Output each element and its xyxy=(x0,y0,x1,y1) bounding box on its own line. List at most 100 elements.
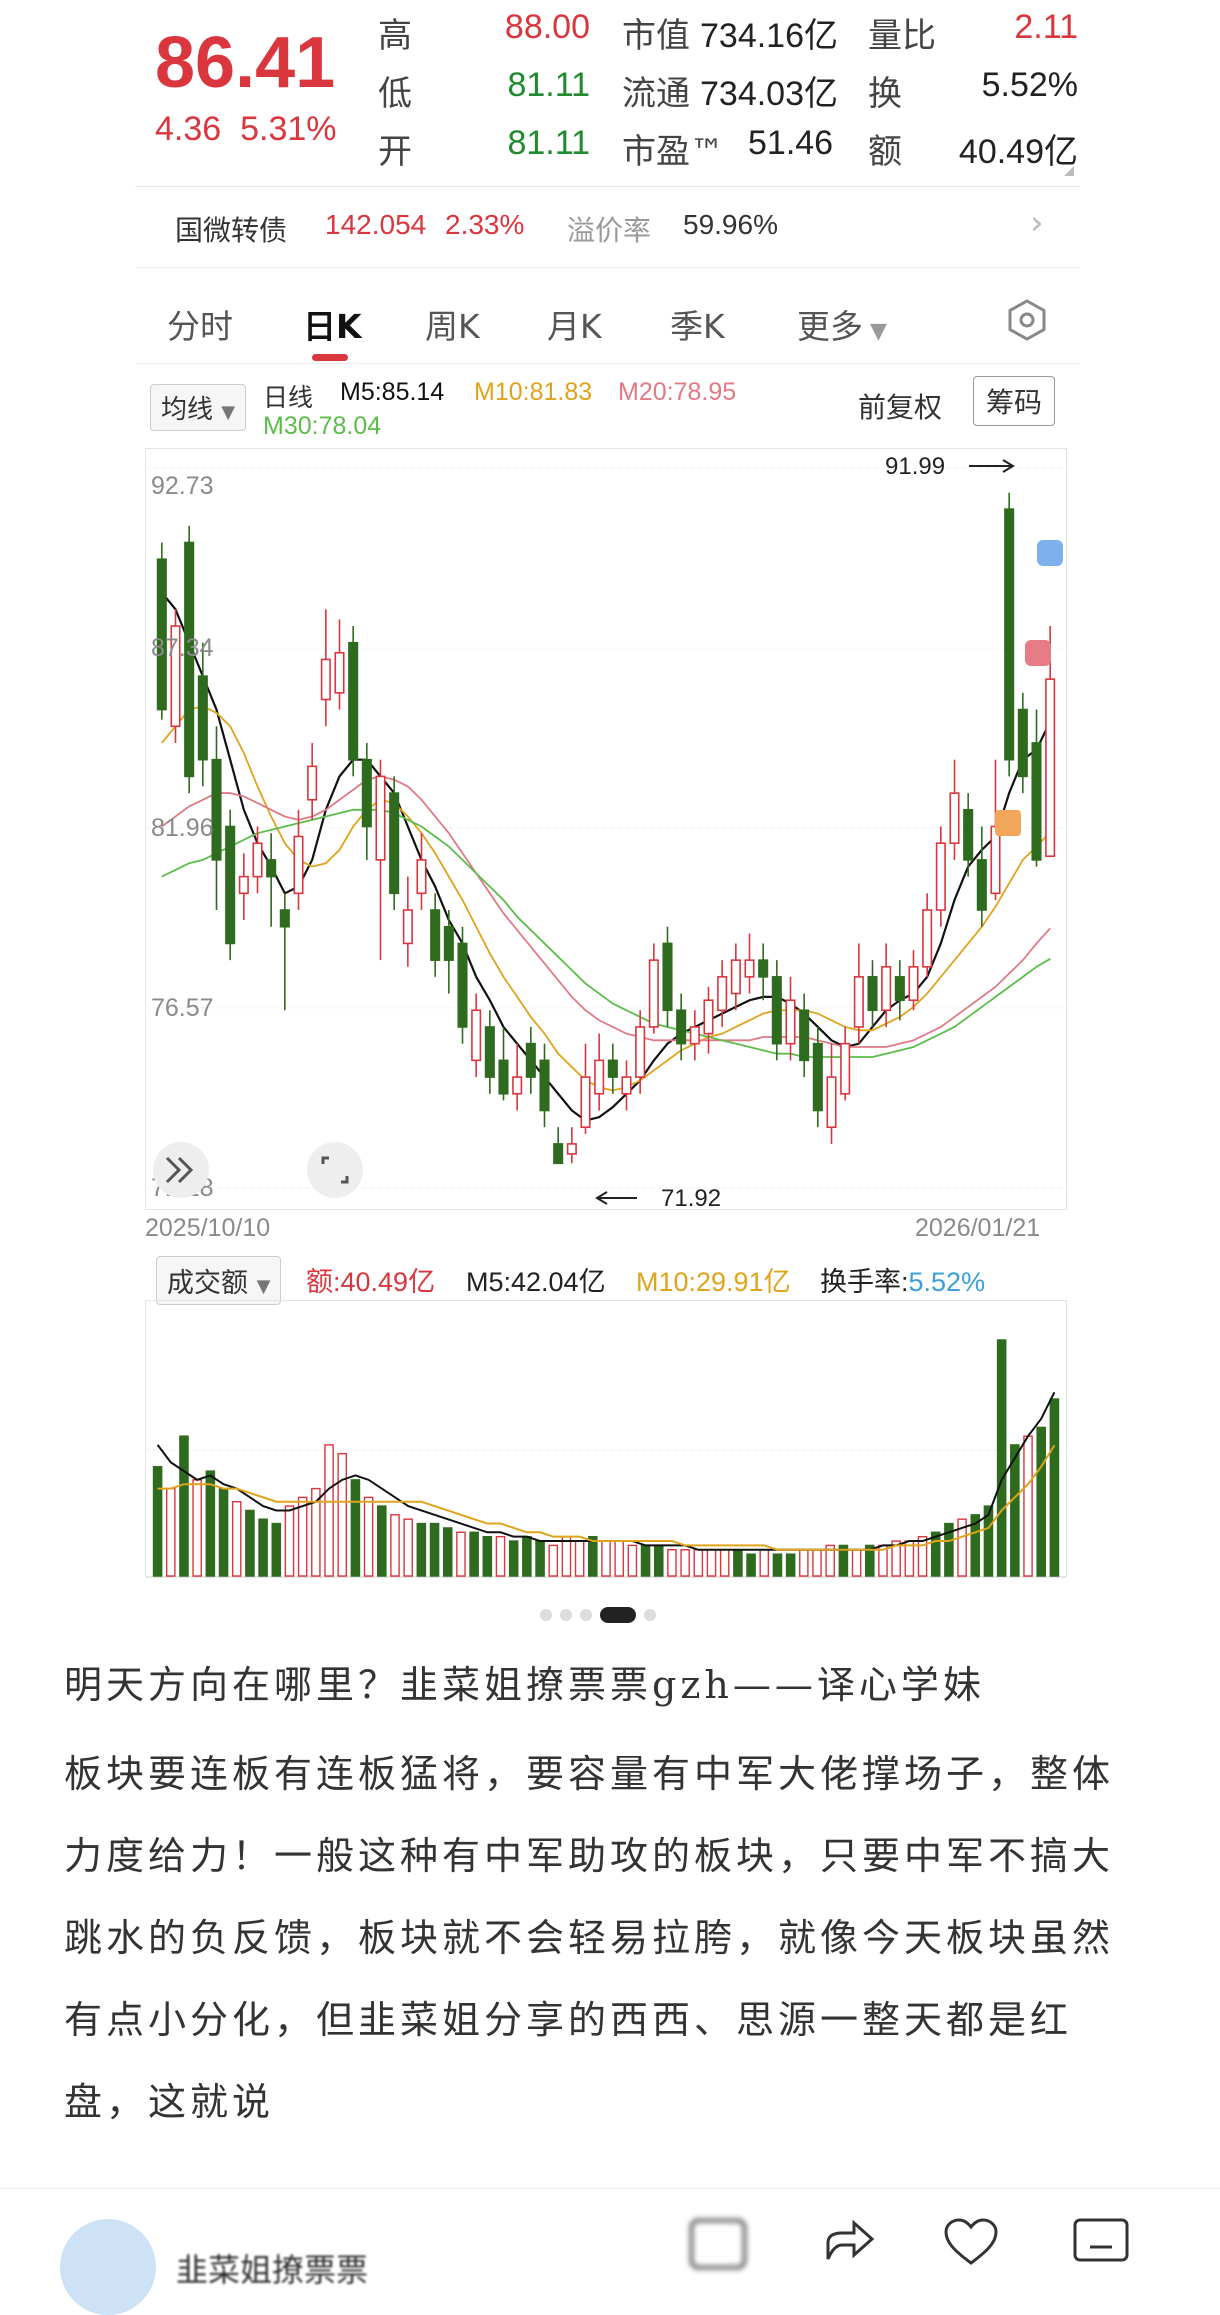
change-percent: 5.31% xyxy=(240,110,337,148)
tab-quarterly[interactable]: 季K xyxy=(670,300,725,348)
volume-bar-down xyxy=(205,1470,216,1577)
bond-name: 国微转债 xyxy=(175,214,288,247)
candle-body xyxy=(225,825,236,945)
bottom-action-bar: 韭菜姐撩票票 xyxy=(0,2188,1220,2315)
turnover-rate-label: 换手率: xyxy=(820,1267,909,1297)
convertible-bond-bar[interactable]: 国微转债 142.054 2.33% 溢价率 59.96% › xyxy=(135,186,1080,268)
period-tabs: 分时 日K 周K 月K 季K 更多 ▼ xyxy=(135,278,1080,364)
volume-bar-down xyxy=(482,1535,493,1577)
candle-body xyxy=(238,875,249,895)
page-dot xyxy=(560,1609,572,1621)
share-icon[interactable] xyxy=(820,2215,876,2265)
volume-bar-up xyxy=(667,1549,677,1577)
chevron-right-icon: › xyxy=(1030,203,1044,243)
expand-double-chevron-icon[interactable] xyxy=(153,1142,209,1198)
volume-bar-down xyxy=(772,1553,783,1577)
candle-body xyxy=(689,1026,700,1045)
candle-body xyxy=(963,808,974,861)
high-annotation-label: 91.99 xyxy=(885,453,945,480)
like-heart-icon[interactable] xyxy=(942,2217,1000,2267)
volume-bar-up xyxy=(706,1549,717,1577)
volume-bar-down xyxy=(350,1479,361,1577)
volume-bar-down xyxy=(508,1540,519,1577)
y-tick: 76.57 xyxy=(151,994,214,1022)
volume-bar-up xyxy=(759,1549,770,1577)
mktcap-label: 市值 xyxy=(622,16,690,56)
candle-body xyxy=(703,999,714,1035)
candle-body xyxy=(990,825,1001,895)
volume-bar-up xyxy=(231,1501,242,1577)
candle-body xyxy=(402,909,413,945)
author-name[interactable]: 韭菜姐撩票票 xyxy=(176,2245,368,2291)
tab-weekly[interactable]: 周K xyxy=(425,300,480,348)
position-marker-icon xyxy=(995,810,1021,836)
candlestick-chart[interactable]: 92.73 87.34 81.96 76.57 71.18 91.99 71.9… xyxy=(145,448,1067,1210)
caret-down-icon: ▼ xyxy=(863,319,887,344)
volume-chart[interactable] xyxy=(145,1300,1067,1578)
carousel-dots[interactable] xyxy=(540,1606,680,1623)
volume-m10: M10:29.91亿 xyxy=(636,1267,791,1297)
candle-body xyxy=(443,925,454,961)
candle-down xyxy=(156,542,167,720)
volume-bar-down xyxy=(245,1509,255,1577)
chips-button[interactable]: 筹码 xyxy=(973,376,1056,426)
volume-bar-up xyxy=(363,1496,374,1577)
ma-select[interactable]: 均线 ▼ xyxy=(150,384,247,431)
volume-bar-down xyxy=(258,1518,268,1577)
candle-down xyxy=(1004,492,1015,777)
volume-bar-down xyxy=(416,1522,427,1577)
ma30-label: M30:78.04 xyxy=(263,412,382,440)
volume-bar-down xyxy=(746,1553,756,1577)
candle-body xyxy=(471,1009,482,1062)
volume-bar-up xyxy=(799,1549,809,1577)
volume-bar-down xyxy=(785,1553,796,1577)
volume-bar-down xyxy=(930,1531,941,1577)
volratio-label: 量比 xyxy=(868,16,936,56)
candle-body xyxy=(266,859,277,878)
candle-body xyxy=(730,959,741,995)
fullscreen-icon[interactable] xyxy=(307,1142,363,1198)
tab-daily[interactable]: 日K xyxy=(303,300,362,348)
volume-bar-down xyxy=(179,1435,189,1577)
candle-body xyxy=(717,976,728,1012)
comment-icon[interactable] xyxy=(690,2219,746,2269)
tab-monthly[interactable]: 月K xyxy=(547,300,602,348)
volume-bar-up xyxy=(574,1540,585,1577)
volume-select[interactable]: 成交额 ▼ xyxy=(156,1256,282,1305)
volume-bar-down xyxy=(996,1339,1007,1577)
volume-bar-down xyxy=(1036,1426,1047,1577)
candle-body xyxy=(252,842,263,878)
candle-body xyxy=(375,775,386,861)
avatar[interactable] xyxy=(60,2219,156,2315)
candle-body xyxy=(853,976,864,1028)
candle-body xyxy=(771,976,782,1045)
adjust-mode[interactable]: 前复权 xyxy=(858,386,942,426)
post-paragraph: 板块要连板有连板猛将，要容量有中军大佬撑场子，整体力度给力！一般这种有中军助攻的… xyxy=(64,1752,1115,2124)
volume-bar-up xyxy=(561,1535,572,1577)
page-dot xyxy=(580,1609,592,1621)
price-change: 4.36 5.31% xyxy=(155,110,337,149)
amount-value: 40.49亿 xyxy=(958,133,1078,171)
y-tick: 87.34 xyxy=(151,634,214,662)
volume-bar-down xyxy=(535,1540,545,1577)
candle-body xyxy=(1017,708,1028,778)
candle-body xyxy=(430,909,441,961)
tab-intraday[interactable]: 分时 xyxy=(167,300,233,348)
volume-bar-down xyxy=(152,1466,163,1577)
candle-body xyxy=(785,999,796,1045)
volume-bar-down xyxy=(653,1544,664,1577)
candle-down xyxy=(389,776,400,911)
candle-body xyxy=(867,976,878,1012)
volume-bar-down xyxy=(733,1549,743,1577)
candle-body xyxy=(812,1042,823,1112)
collect-icon[interactable] xyxy=(1072,2217,1130,2267)
tab-more[interactable]: 更多 ▼ xyxy=(797,300,887,348)
corner-mark-icon xyxy=(1064,166,1074,176)
volume-bar-up xyxy=(456,1531,466,1577)
volume-bar-down xyxy=(271,1522,282,1577)
settings-hexagon-icon[interactable] xyxy=(1005,298,1049,342)
volume-bar-up xyxy=(693,1549,704,1577)
ma20-label: M20:78.95 xyxy=(618,378,737,406)
candle-body xyxy=(621,1076,632,1095)
volume-bar-up xyxy=(614,1540,624,1577)
